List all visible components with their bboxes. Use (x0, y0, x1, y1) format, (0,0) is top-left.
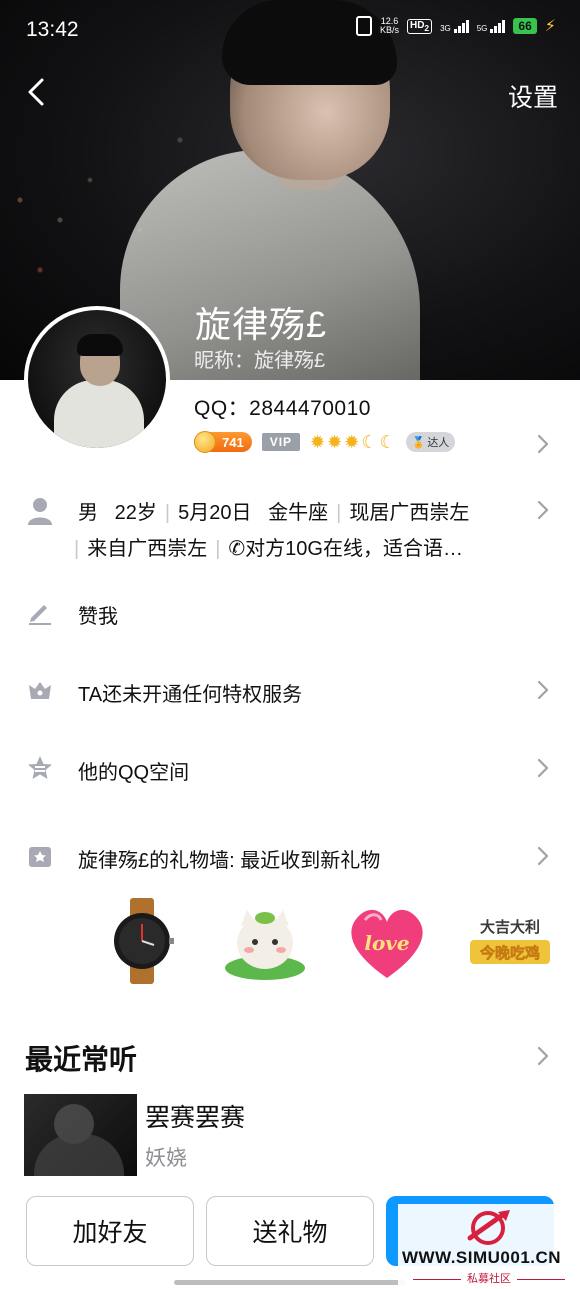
signal-3g-icon: 3G (440, 19, 469, 33)
send-gift-button[interactable]: 送礼物 (206, 1196, 374, 1266)
info-chevron-icon (534, 498, 552, 527)
chevron-left-icon (28, 78, 44, 106)
watch-gift-icon[interactable] (96, 898, 188, 984)
status-time: 13:42 (26, 18, 79, 41)
privilege-label: TA还未开通任何特权服务 (78, 684, 303, 706)
cat-gift-icon[interactable] (219, 898, 311, 984)
info-hometown: 来自广西崇左 (87, 538, 208, 560)
badges-chevron-icon[interactable] (534, 432, 552, 461)
person-icon (28, 498, 52, 525)
profile-nickname: 昵称：旋律殇£ (194, 350, 326, 372)
status-bar: 13:42 12.6 KB/s HD2 3G 5G 66 ⚡ (0, 0, 580, 62)
song-artist: 妖娆 (145, 1147, 187, 1170)
privilege-row[interactable]: TA还未开通任何特权服务 (0, 672, 580, 712)
qzone-chevron-icon (534, 756, 552, 785)
vip-badge: VIP (261, 433, 301, 451)
gift-wall-label: 旋律殇£的礼物墙: 最近收到新礼物 (78, 850, 381, 872)
moon-level-icon: ☾ (361, 432, 378, 452)
sun-level-icon: ✹ (344, 432, 360, 452)
add-friend-button[interactable]: 加好友 (26, 1196, 194, 1266)
daren-badge: 🏅 达人 (405, 432, 456, 452)
sun-level-icon: ✹ (310, 432, 326, 452)
sun-level-icon: ✹ (327, 432, 343, 452)
info-online-status: ✆对方10G在线，适合语… (228, 538, 463, 560)
crown-icon (29, 682, 51, 699)
signal-5g-icon: 5G (477, 19, 506, 33)
profile-name: 旋律殇£ (195, 304, 328, 345)
info-gender: 男 (78, 502, 98, 524)
gift-wall-row[interactable]: 旋律殇£的礼物墙: 最近收到新礼物 (0, 838, 580, 878)
moon-level-icon: ☾ (379, 432, 396, 452)
watermark-logo (467, 1210, 510, 1245)
song-cover-image[interactable] (24, 1094, 137, 1176)
battery-icon: 66 (513, 18, 537, 34)
pencil-icon (29, 605, 51, 625)
gift-list: love 大吉大利 今晚吃鸡 (96, 898, 556, 984)
info-age: 22岁 (114, 502, 157, 524)
recent-music-chevron-icon[interactable] (534, 1044, 552, 1073)
privilege-chevron-icon (534, 678, 552, 707)
hd-voice-icon: HD2 (406, 18, 433, 34)
gift-wall-chevron-icon (534, 844, 552, 873)
watermark-sub: 私募社区 (398, 1270, 580, 1286)
svg-text:love: love (365, 931, 410, 955)
qq-level-icons: ✹ ✹ ✹ ☾ ☾ (310, 433, 396, 451)
info-zodiac: 金牛座 (268, 502, 329, 524)
network-speed: 12.6 KB/s (379, 16, 399, 35)
qzone-row[interactable]: 他的QQ空间 (0, 750, 580, 790)
daren-icon: 🏅 (411, 436, 426, 449)
info-residence: 现居广西崇左 (349, 502, 470, 524)
watermark-site: WWW.SIMU001.CN (402, 1248, 562, 1267)
charging-icon: ⚡ (544, 18, 556, 35)
like-row[interactable]: 赞我 (0, 594, 580, 634)
vibrate-icon (355, 16, 372, 36)
like-label: 赞我 (78, 606, 118, 628)
svg-text:大吉大利: 大吉大利 (480, 918, 540, 936)
profile-badges[interactable]: 741 VIP ✹ ✹ ✹ ☾ ☾ 🏅 达人 (194, 431, 456, 453)
coin-badge: 741 (194, 431, 252, 453)
home-indicator[interactable] (174, 1280, 406, 1285)
recent-music-title: 最近常听 (25, 1044, 138, 1075)
coin-icon (194, 431, 216, 453)
song-title[interactable]: 罢赛罢赛 (145, 1098, 245, 1134)
basic-info-row[interactable]: 男 22岁 | 5月20日 金牛座 | 现居广西崇左 | 来自广西崇左 | ✆对方10G在线，… (0, 488, 580, 564)
chicken-dinner-gift-icon[interactable]: 大吉大利 今晚吃鸡 (464, 898, 556, 984)
qq-number: QQ：2844470010 (194, 397, 371, 420)
settings-button[interactable]: 设置 (508, 78, 558, 114)
site-watermark: WWW.SIMU001.CN 私募社区 (398, 1204, 580, 1286)
star-icon (28, 756, 52, 779)
svg-text:今晚吃鸡: 今晚吃鸡 (479, 944, 540, 962)
info-birthday: 5月20日 (178, 502, 252, 524)
love-heart-gift-icon[interactable]: love (341, 898, 433, 984)
qzone-label: 他的QQ空间 (78, 762, 190, 784)
avatar[interactable] (24, 306, 170, 452)
gift-wall-icon (29, 847, 51, 867)
back-button[interactable] (20, 74, 56, 110)
status-indicators: 12.6 KB/s HD2 3G 5G 66 ⚡ (355, 16, 556, 36)
